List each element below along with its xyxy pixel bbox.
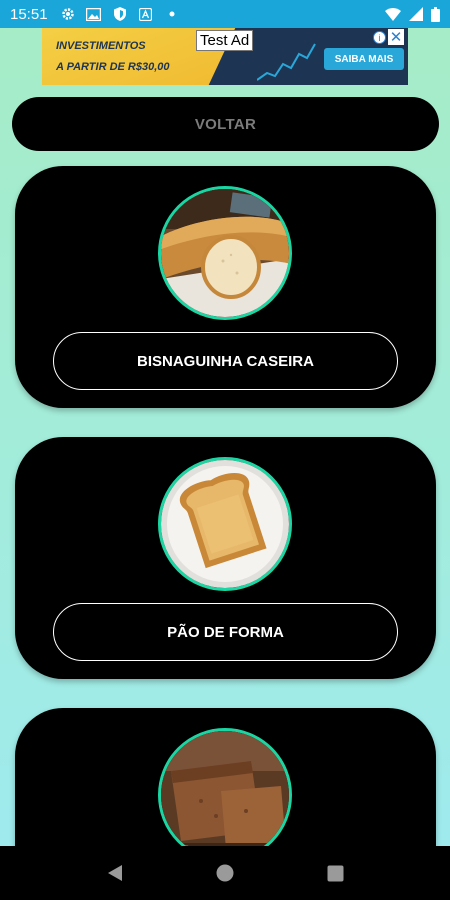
- bread-loaf-photo: [158, 186, 292, 320]
- system-icons: [385, 6, 440, 22]
- ad-headline: INVESTIMENTOS: [56, 40, 146, 52]
- recipe-card: PÃO DE FORMA: [15, 437, 436, 679]
- notification-icons: [60, 6, 180, 22]
- ad-banner[interactable]: INVESTIMENTOS A PARTIR DE R$30,00 Test A…: [42, 28, 408, 85]
- recipe-button-pao-de-forma[interactable]: PÃO DE FORMA: [53, 603, 398, 661]
- system-nav-bar: [0, 846, 450, 900]
- ad-chart-decoration: [257, 43, 316, 81]
- back-triangle-icon[interactable]: [107, 864, 123, 882]
- ad-test-label: Test Ad: [196, 30, 254, 51]
- gear-icon: [60, 6, 76, 22]
- ad-info-icon[interactable]: i: [373, 31, 386, 44]
- signal-icon: [409, 7, 423, 21]
- home-circle-icon[interactable]: [216, 864, 234, 882]
- dot-icon: [164, 6, 180, 22]
- image-icon: [86, 6, 102, 22]
- recipe-card: BISNAGUINHA CASEIRA: [15, 166, 436, 408]
- recents-square-icon[interactable]: [327, 865, 344, 882]
- a-badge-icon: [138, 6, 154, 22]
- recipe-button-bisnaguinha[interactable]: BISNAGUINHA CASEIRA: [53, 332, 398, 390]
- shield-icon: [112, 6, 128, 22]
- pound-cake-photo: [158, 728, 292, 862]
- status-bar: 15:51: [0, 0, 450, 28]
- ad-close-icon[interactable]: ✕: [388, 29, 404, 46]
- ad-subline: A PARTIR DE R$30,00: [56, 61, 170, 73]
- wifi-icon: [385, 7, 401, 21]
- ad-cta-button[interactable]: SAIBA MAIS: [324, 48, 404, 70]
- battery-icon: [431, 6, 440, 22]
- status-time: 15:51: [10, 5, 48, 23]
- toast-slice-photo: [158, 457, 292, 591]
- back-button[interactable]: VOLTAR: [12, 97, 439, 151]
